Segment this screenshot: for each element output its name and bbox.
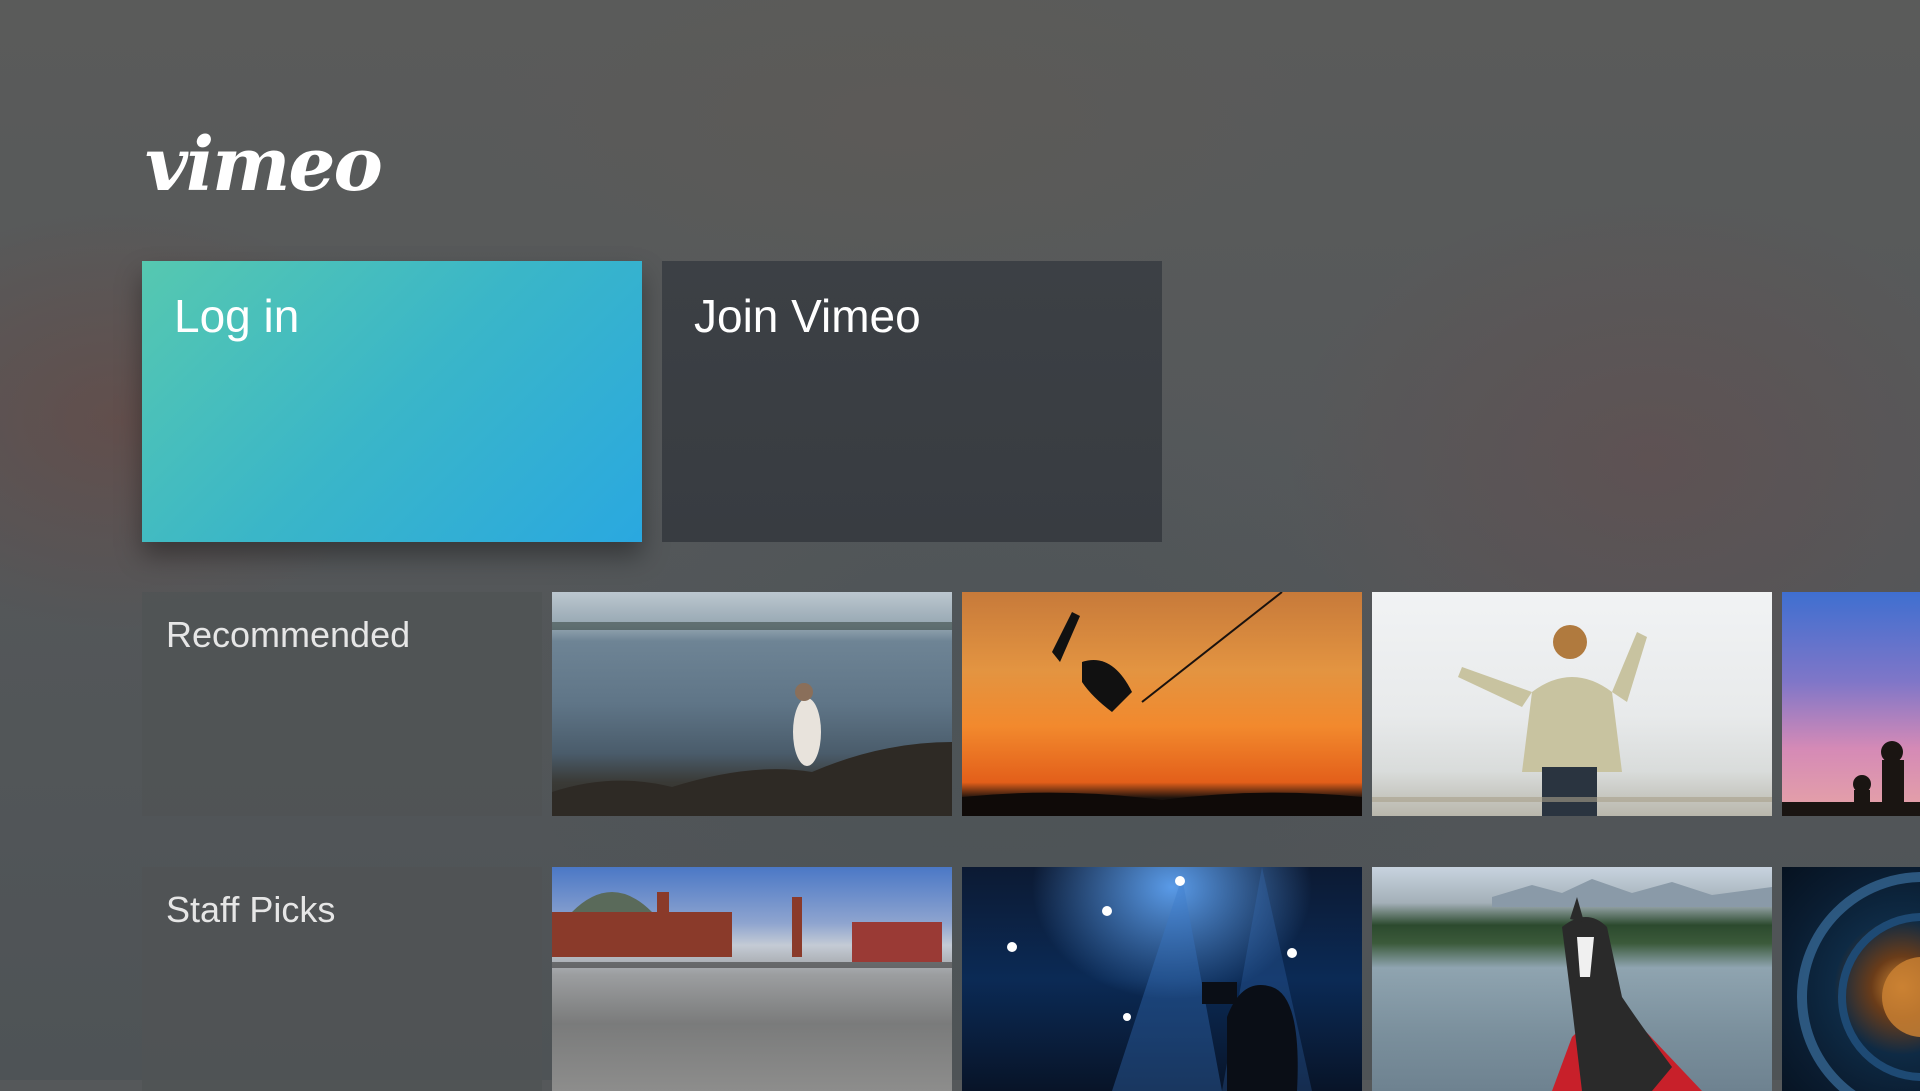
row-label-recommended[interactable]: Recommended	[142, 592, 542, 816]
red-square-thumbnail[interactable]	[552, 867, 952, 1091]
row-title: Recommended	[166, 614, 411, 655]
staff-picks-row: Staff Picks	[142, 867, 1920, 1091]
man-sweater-sky-thumbnail[interactable]	[1372, 592, 1772, 816]
row-title: Staff Picks	[166, 889, 336, 930]
recommended-row: Recommended	[142, 592, 1920, 816]
login-button-label: Log in	[174, 290, 300, 342]
vimeo-logo: vimeo	[145, 122, 383, 208]
login-button[interactable]: Log in	[142, 261, 642, 542]
camera-lens-thumbnail[interactable]	[1782, 867, 1920, 1091]
dog-lake-thumbnail[interactable]	[1372, 867, 1772, 1091]
stage-lights-camera-thumbnail[interactable]	[962, 867, 1362, 1091]
wakeboarder-sunset-thumbnail[interactable]	[962, 592, 1362, 816]
join-vimeo-button-label: Join Vimeo	[694, 290, 921, 342]
woman-by-sea-thumbnail[interactable]	[552, 592, 952, 816]
join-vimeo-button[interactable]: Join Vimeo	[662, 261, 1162, 542]
row-label-staff-picks[interactable]: Staff Picks	[142, 867, 542, 1091]
silhouettes-pink-sky-thumbnail[interactable]	[1782, 592, 1920, 816]
